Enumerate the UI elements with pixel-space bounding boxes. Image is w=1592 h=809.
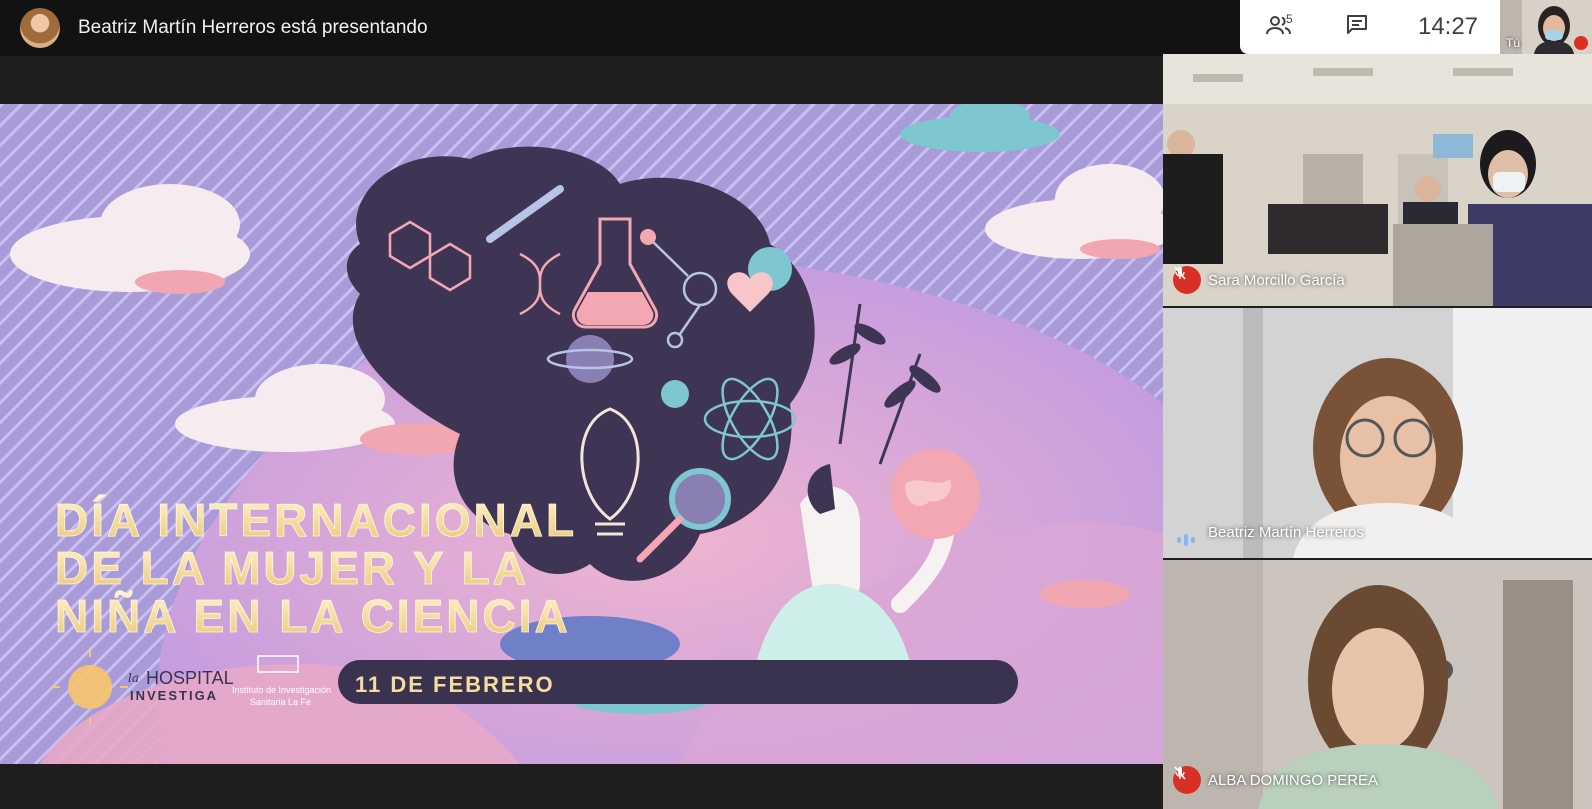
presenter-avatar bbox=[20, 8, 60, 48]
people-button[interactable]: 5 bbox=[1240, 0, 1318, 54]
participant-name: Sara Morcillo García bbox=[1208, 272, 1345, 289]
presenting-status-text: Beatriz Martín Herreros está presentando bbox=[78, 17, 428, 38]
slide-date: 11 DE FEBRERO bbox=[355, 672, 555, 697]
slide-title-line1: DÍA INTERNACIONAL bbox=[55, 494, 577, 546]
meeting-clock: 14:27 bbox=[1417, 13, 1479, 40]
logo-hospital-text: HOSPITAL bbox=[146, 668, 234, 688]
self-view-tile[interactable]: Tú bbox=[1500, 0, 1592, 54]
slide-title-line3: NIÑA EN LA CIENCIA bbox=[55, 590, 571, 642]
logo-institute-line1: Instituto de Investigación bbox=[232, 685, 331, 695]
chat-button[interactable] bbox=[1318, 0, 1396, 54]
participant-tile[interactable]: ALBA DOMINGO PEREA bbox=[1163, 560, 1592, 809]
participant-name: Beatriz Martín Herreros bbox=[1208, 524, 1364, 541]
presentation-slide: DÍA INTERNACIONAL DE LA MUJER Y LA NIÑA … bbox=[0, 104, 1163, 764]
chat-icon bbox=[1345, 13, 1369, 42]
slide-title-line2: DE LA MUJER Y LA bbox=[55, 542, 529, 594]
logo-hospital-prefix: la bbox=[128, 671, 139, 685]
participant-tile[interactable]: Sara Morcillo García bbox=[1163, 54, 1592, 306]
logo-institute-line2: Sanitaria La Fe bbox=[250, 697, 311, 707]
logo-investiga-text: INVESTIGA bbox=[130, 688, 218, 703]
participants-count: 5 bbox=[1286, 12, 1293, 26]
mic-off-icon bbox=[1173, 766, 1201, 794]
participant-tile[interactable]: Beatriz Martín Herreros bbox=[1163, 308, 1592, 558]
mic-off-icon bbox=[1574, 36, 1588, 50]
self-view-label: Tú bbox=[1506, 36, 1521, 50]
speaking-indicator-icon bbox=[1177, 534, 1195, 546]
mic-off-icon bbox=[1173, 266, 1201, 294]
meeting-controls: 5 14:27 bbox=[1240, 0, 1500, 54]
participant-name: ALBA DOMINGO PEREA bbox=[1208, 772, 1379, 789]
